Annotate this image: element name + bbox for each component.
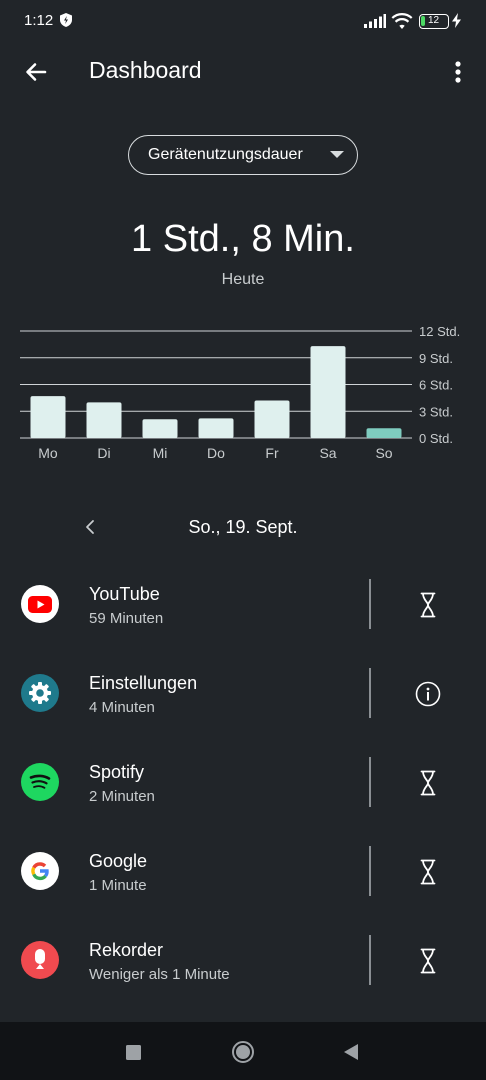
- app-timer-button[interactable]: [406, 583, 450, 627]
- app-usage-time: 1 Minute: [89, 877, 147, 894]
- app-name: Spotify: [89, 762, 145, 782]
- app-timer-button[interactable]: [406, 761, 450, 805]
- timer-icon: [420, 948, 436, 974]
- battery-icon: 12: [419, 14, 449, 29]
- app-name: Einstellungen: [89, 673, 198, 693]
- divider: [369, 935, 371, 985]
- chart-x-tick-label: Mo: [38, 445, 58, 461]
- chart-y-tick-label: 9 Std.: [419, 351, 453, 366]
- app-usage-time: Weniger als 1 Minute: [89, 966, 230, 983]
- usage-bar-chart: 12 Std. 9 Std. 6 Std. 3 Std. 0 Std. Mo Di Mi Do F…: [20, 324, 460, 461]
- divider: [369, 668, 371, 718]
- chart-bar-so[interactable]: [366, 428, 402, 438]
- chart-bar-do[interactable]: [198, 418, 234, 438]
- youtube-icon: [21, 585, 59, 623]
- wifi-icon: [391, 12, 413, 35]
- app-timer-button[interactable]: [406, 850, 450, 894]
- info-icon: [415, 681, 441, 707]
- chart-x-tick-label: Mi: [153, 445, 168, 461]
- app-name: Rekorder: [89, 940, 164, 960]
- back-button[interactable]: [18, 54, 54, 90]
- chart-bar-di[interactable]: [86, 402, 122, 438]
- chart-x-tick-label: Sa: [319, 445, 336, 461]
- google-icon: [21, 852, 59, 890]
- selected-date: So., 19. Sept.: [188, 517, 298, 537]
- chart-x-tick-label: Do: [207, 445, 225, 461]
- recorder-icon: [21, 941, 59, 979]
- cellular-signal-icon: [364, 14, 386, 33]
- square-recents-icon: [125, 1044, 141, 1060]
- app-timer-button[interactable]: [406, 939, 450, 983]
- recents-button[interactable]: [118, 1037, 148, 1067]
- app-row-einstellungen[interactable]: Einstellungen 4 Minuten: [0, 648, 486, 737]
- app-usage-time: 59 Minuten: [89, 610, 164, 627]
- app-row-spotify[interactable]: Spotify 2 Minuten: [0, 737, 486, 826]
- spotify-icon: [21, 763, 59, 801]
- settings-icon: [21, 674, 59, 712]
- more-vert-icon: [455, 61, 461, 83]
- back-nav-button[interactable]: [336, 1037, 366, 1067]
- timer-icon: [420, 592, 436, 618]
- triangle-back-icon: [344, 1044, 358, 1060]
- chart-bar-mi[interactable]: [142, 419, 178, 438]
- chart-y-tick-label: 0 Std.: [419, 431, 453, 446]
- chart-y-tick-label: 12 Std.: [419, 324, 460, 339]
- charging-icon: [452, 13, 461, 33]
- chart-y-tick-label: 3 Std.: [419, 404, 453, 419]
- arrow-back-icon: [26, 63, 47, 81]
- chart-bar-sa[interactable]: [310, 346, 346, 438]
- system-nav-bar: [0, 1022, 486, 1080]
- date-navigation: So., 19. Sept.: [0, 505, 486, 549]
- app-usage-time: 4 Minuten: [89, 699, 155, 716]
- app-row-google[interactable]: Google 1 Minute: [0, 826, 486, 915]
- dropdown-selected-value: Gerätenutzungsdauer: [148, 146, 303, 163]
- app-name: YouTube: [89, 584, 160, 604]
- divider: [369, 757, 371, 807]
- chart-x-tick-label: Fr: [265, 445, 279, 461]
- chart-x-tick-label: Di: [97, 445, 110, 461]
- app-row-rekorder[interactable]: Rekorder Weniger als 1 Minute: [0, 915, 486, 1004]
- divider: [369, 579, 371, 629]
- app-name: Google: [89, 851, 148, 871]
- shield-bolt-icon: [60, 13, 72, 32]
- usage-period: Heute: [221, 271, 265, 288]
- circle-home-icon: [232, 1041, 254, 1063]
- chart-bar-fr[interactable]: [254, 400, 290, 438]
- app-info-button[interactable]: [406, 672, 450, 716]
- battery-level: 12: [427, 15, 440, 26]
- status-time: 1:12: [24, 12, 54, 29]
- more-options-button[interactable]: [442, 54, 474, 90]
- status-bar: 1:12 12: [0, 0, 486, 44]
- total-usage: 1 Std., 8 Min.: [131, 218, 355, 260]
- usage-type-dropdown[interactable]: Gerätenutzungsdauer: [128, 135, 358, 175]
- chart-x-tick-label: So: [375, 445, 392, 461]
- timer-icon: [420, 770, 436, 796]
- app-row-youtube[interactable]: YouTube 59 Minuten: [0, 559, 486, 648]
- divider: [369, 846, 371, 896]
- app-bar: Dashboard: [0, 44, 486, 100]
- dropdown-arrow-icon: [330, 151, 344, 158]
- app-usage-time: 2 Minuten: [89, 788, 155, 805]
- chart-y-tick-label: 6 Std.: [419, 378, 453, 393]
- page-title: Dashboard: [89, 57, 202, 83]
- timer-icon: [420, 859, 436, 885]
- home-button[interactable]: [228, 1037, 258, 1067]
- chart-bar-mo[interactable]: [30, 396, 66, 438]
